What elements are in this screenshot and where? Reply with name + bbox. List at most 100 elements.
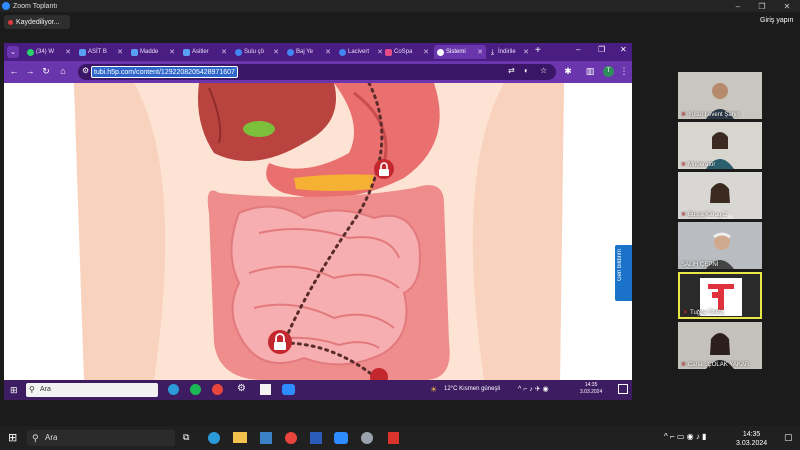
chrome-icon[interactable]: [212, 384, 223, 395]
record-dot-icon: [8, 19, 13, 25]
globe-icon: [287, 48, 294, 56]
tab-search-icon[interactable]: ⌄: [7, 46, 19, 58]
app-icon[interactable]: [260, 384, 271, 395]
chrome-icon[interactable]: [285, 432, 297, 444]
file-explorer-icon[interactable]: [233, 432, 247, 443]
participant-tile[interactable]: ✕ Büşra Karagöz: [678, 172, 762, 219]
browser-toolbar: ← → ↻ ⌂ ⚙ tubi.h5p.com/content/129220820…: [4, 61, 632, 83]
address-bar[interactable]: ⚙ tubi.h5p.com/content/12922082054289716…: [78, 64, 556, 80]
globe-icon: [339, 48, 346, 56]
browser-tab[interactable]: ⤓ İndirile ✕: [486, 45, 532, 59]
store-icon[interactable]: [260, 432, 272, 444]
browser-tab[interactable]: Sulu çö ✕: [232, 45, 282, 59]
weather-icon: ☀: [430, 385, 438, 394]
eye-off-icon[interactable]: ◐: [524, 66, 529, 75]
task-view-icon[interactable]: ⧉: [183, 432, 189, 443]
browser-restore-icon[interactable]: ❐: [598, 45, 605, 54]
remote-search-box[interactable]: ⚲ Ara: [26, 383, 158, 397]
participant-tile[interactable]: ✕ Canan ÇOLAK YAKAR: [678, 322, 762, 369]
close-tab-icon[interactable]: ✕: [65, 48, 71, 56]
browser-tab[interactable]: Baj Ye ✕: [284, 45, 334, 59]
browser-tab-active[interactable]: Sistemi ✕: [434, 45, 486, 59]
bookmark-star-icon[interactable]: ☆: [540, 66, 547, 75]
participant-tile-active-speaker[interactable]: ✕ Tuğba ÜNAL: [678, 272, 762, 319]
edge-icon[interactable]: [168, 384, 179, 395]
notification-icon[interactable]: ▢: [784, 432, 793, 443]
close-tab-icon[interactable]: ✕: [523, 48, 529, 56]
home-icon[interactable]: ⌂: [57, 66, 69, 76]
search-icon: ⚲: [32, 433, 39, 443]
settings-gear-icon[interactable]: ⚙: [237, 383, 246, 394]
browser-tab[interactable]: Madde ✕: [128, 45, 178, 59]
reload-icon[interactable]: ↻: [40, 66, 52, 77]
taskbar-search-box[interactable]: ⚲ Ara: [27, 430, 175, 446]
edge-icon[interactable]: [208, 432, 220, 444]
whatsapp-icon: [27, 48, 34, 56]
feedback-button[interactable]: Geri bildirim: [615, 245, 632, 301]
back-arrow-icon[interactable]: ←: [8, 66, 20, 76]
digestive-system-illustration: [74, 83, 564, 380]
browser-tab-bar: ⌄ (34) W ✕ ASİT B ✕ Madde ✕ Asitler ✕ Sulu ç…: [4, 43, 632, 61]
windows-start-icon[interactable]: ⊞: [8, 431, 17, 444]
notification-icon[interactable]: [618, 384, 628, 394]
word-icon[interactable]: [310, 432, 322, 444]
windows-start-icon[interactable]: ⊞: [10, 385, 18, 396]
zoom-titlebar: Zoom Toplantı – ❐ ✕: [0, 0, 800, 12]
translate-icon[interactable]: ⇄: [508, 66, 515, 75]
mic-muted-icon: ✕: [681, 362, 687, 368]
weather-text: 12°C Kısmen güneşli: [444, 386, 501, 392]
participant-tile[interactable]: SALİH ÇEPNİ: [678, 222, 762, 269]
close-tab-icon[interactable]: ✕: [221, 48, 227, 56]
system-tray-icons[interactable]: ^ ⌐ ▭ ◉ ♪ ▮: [664, 432, 706, 441]
globe-icon: [235, 48, 242, 56]
side-panel-icon[interactable]: ▥: [584, 66, 596, 77]
recording-indicator[interactable]: Kaydediliyor...: [4, 15, 70, 29]
forward-arrow-icon[interactable]: →: [24, 66, 36, 76]
url-text[interactable]: tubi.h5p.com/content/1292208205428971607: [91, 66, 238, 78]
site-info-icon[interactable]: ⚙: [82, 66, 89, 75]
profile-avatar[interactable]: T: [603, 66, 614, 77]
close-tab-icon[interactable]: ✕: [169, 48, 175, 56]
participant-tile[interactable]: ✕ Yusuf Levent Şahin: [678, 72, 762, 119]
close-tab-icon[interactable]: ✕: [423, 48, 429, 56]
mic-muted-icon: ✕: [681, 162, 687, 168]
browser-minimize-icon[interactable]: –: [576, 45, 580, 54]
maximize-button[interactable]: ❐: [750, 0, 774, 12]
close-tab-icon[interactable]: ✕: [273, 48, 279, 56]
close-button[interactable]: ✕: [775, 0, 799, 12]
taskbar-clock[interactable]: 14:35 3.03.2024: [736, 430, 767, 448]
lock-marker-2[interactable]: [268, 330, 292, 354]
h5p-content: Geri bildirim: [4, 83, 632, 380]
download-icon: ⤓: [490, 48, 495, 56]
browser-tab[interactable]: ASİT B ✕: [76, 45, 126, 59]
more-menu-icon[interactable]: ⋮: [618, 66, 630, 77]
browser-tab[interactable]: (34) W ✕: [24, 45, 74, 59]
zoom-logo-icon: [2, 2, 10, 10]
spotify-icon[interactable]: [190, 384, 201, 395]
doc-icon: [79, 48, 86, 56]
doc-icon: [131, 48, 138, 56]
sign-in-link[interactable]: Giriş yapın: [760, 17, 793, 24]
zoom-app-icon[interactable]: [334, 432, 348, 444]
browser-tab[interactable]: CoSpa ✕: [382, 45, 432, 59]
remote-taskbar: ⊞ ⚲ Ara ⚙ ☀ 12°C Kısmen güneşli ^ ⌐ ♪ ✈ …: [4, 380, 632, 400]
cospaces-icon: [385, 48, 392, 56]
new-tab-button[interactable]: +: [535, 45, 541, 56]
zoom-app-icon[interactable]: [282, 384, 295, 395]
acrobat-icon[interactable]: [388, 432, 399, 444]
browser-tab[interactable]: Lacivert ✕: [336, 45, 386, 59]
tray-icons[interactable]: ^ ⌐ ♪ ✈ ◉: [518, 385, 549, 393]
minimize-button[interactable]: –: [726, 0, 750, 12]
extensions-icon[interactable]: ✱: [562, 66, 574, 77]
close-tab-icon[interactable]: ✕: [477, 48, 483, 56]
shared-screen: ⌄ (34) W ✕ ASİT B ✕ Madde ✕ Asitler ✕ Sulu ç…: [4, 43, 632, 400]
globe-icon: [437, 48, 444, 56]
browser-close-icon[interactable]: ✕: [620, 45, 627, 54]
app-icon[interactable]: [361, 432, 373, 444]
doc-icon: [183, 48, 190, 56]
close-tab-icon[interactable]: ✕: [325, 48, 331, 56]
lock-marker-1[interactable]: [374, 159, 394, 179]
close-tab-icon[interactable]: ✕: [117, 48, 123, 56]
browser-tab[interactable]: Asitler ✕: [180, 45, 230, 59]
participant-tile[interactable]: ✕ Moderatör: [678, 122, 762, 169]
